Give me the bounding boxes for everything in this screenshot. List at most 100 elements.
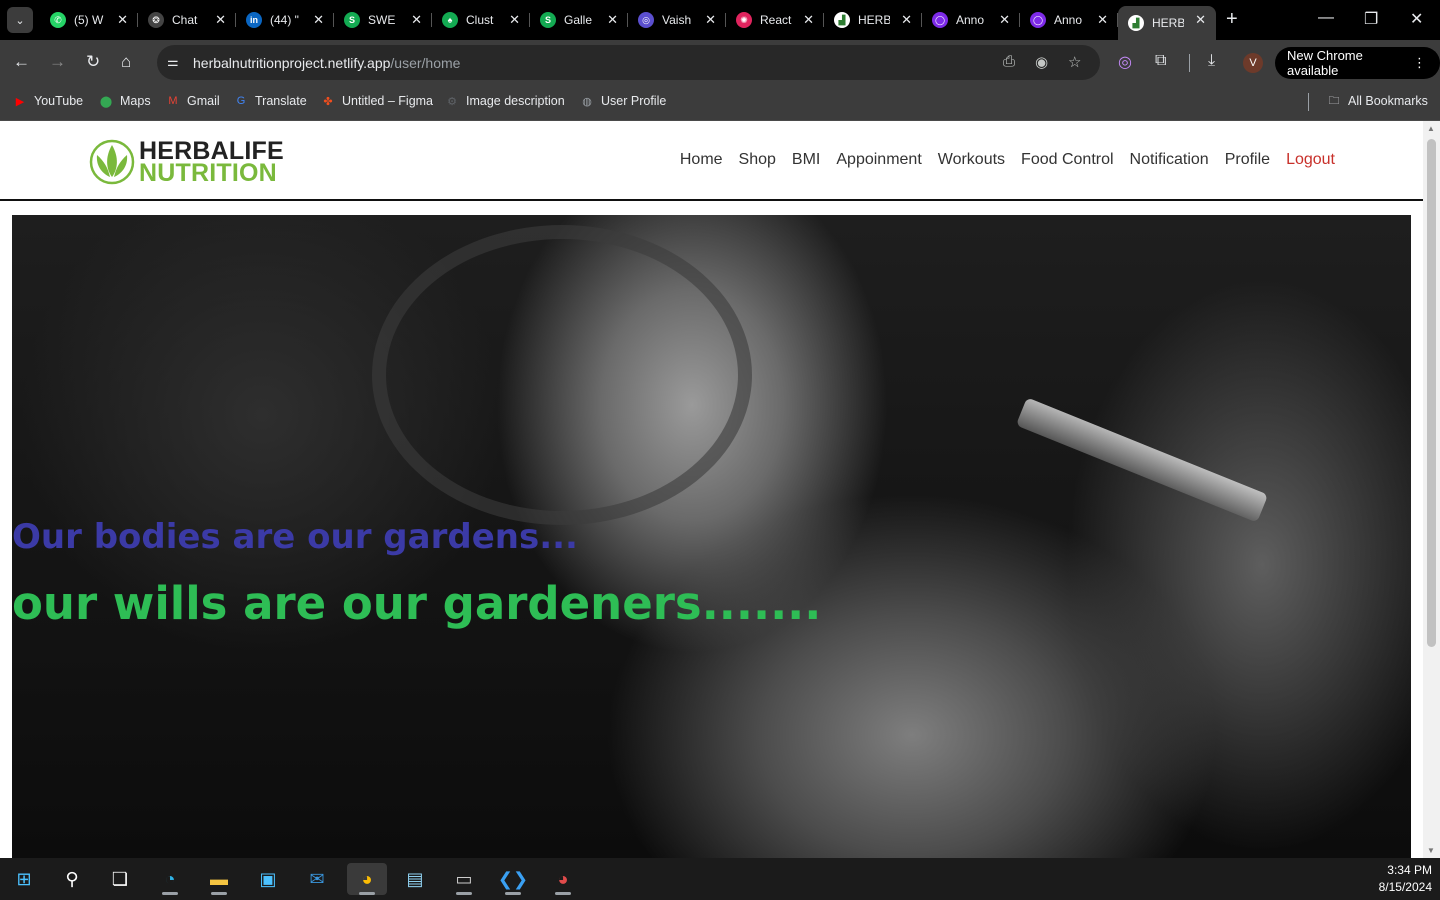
nav-shop[interactable]: Shop — [739, 151, 776, 169]
herbalife-leaf-icon — [89, 139, 135, 185]
chrome-profile-icon[interactable]: ◕ — [543, 863, 583, 895]
all-bookmarks-button[interactable]: 🗀 All Bookmarks — [1326, 93, 1428, 109]
tab-close-icon[interactable]: ✕ — [1097, 12, 1108, 28]
bookmark-item[interactable]: ✤ Untitled – Figma — [320, 93, 433, 109]
bookmark-item[interactable]: ⚙ Image description — [444, 93, 565, 109]
page-scrollbar[interactable]: ▲ ▼ — [1423, 121, 1440, 858]
bookmarks-divider — [1308, 93, 1309, 111]
browser-tab[interactable]: ◯ Anno ✕ — [1020, 0, 1118, 40]
restore-window-icon[interactable]: ❐ — [1364, 9, 1378, 29]
tab-close-icon[interactable]: ✕ — [607, 12, 618, 28]
install-app-icon[interactable]: ⎙ — [1003, 53, 1015, 70]
tab-close-icon[interactable]: ✕ — [313, 12, 324, 28]
scroll-up-arrow-icon[interactable]: ▲ — [1427, 124, 1435, 133]
mail-icon[interactable]: ✉ — [297, 863, 337, 895]
tab-close-icon[interactable]: ✕ — [999, 12, 1010, 28]
bookmark-item[interactable]: G Translate — [233, 93, 307, 109]
bookmark-star-icon[interactable]: ☆ — [1068, 53, 1081, 71]
tab-title: Anno — [956, 13, 985, 27]
bookmarks-bar: 🗀 All Bookmarks ▶ YouTube ⬤ Maps M Gmail G Tran… — [0, 86, 1440, 121]
mongodb-leaf-icon: ♠ — [442, 12, 458, 28]
bookmark-item[interactable]: ◍ User Profile — [579, 93, 666, 109]
tab-close-icon[interactable]: ✕ — [509, 12, 520, 28]
tab-close-icon[interactable]: ✕ — [215, 12, 226, 28]
url-text[interactable]: herbalnutritionproject.netlify.app/user/… — [193, 55, 460, 71]
scroll-down-arrow-icon[interactable]: ▼ — [1427, 846, 1435, 855]
browser-tab[interactable]: ◎ Vaish ✕ — [628, 0, 726, 40]
bookmark-item[interactable]: ⬤ Maps — [98, 93, 151, 109]
browser-tab[interactable]: ▟ HERB ✕ — [1118, 6, 1216, 40]
edge-icon[interactable]: ◔ — [150, 863, 190, 895]
bookmark-label: Maps — [120, 94, 151, 108]
extensions-puzzle-icon[interactable]: ⧉ — [1155, 52, 1166, 70]
browser-tab[interactable]: ▟ HERB ✕ — [824, 0, 922, 40]
browser-toolbar: ← → ↻ ⌂ ⚌ herbalnutritionproject.netlify… — [0, 40, 1440, 86]
tab-close-icon[interactable]: ✕ — [117, 12, 128, 28]
browser-tab[interactable]: ✆ (5) W ✕ — [40, 0, 138, 40]
minimize-icon[interactable]: — — [1318, 9, 1334, 27]
nav-bmi[interactable]: BMI — [792, 151, 820, 169]
extension-color-picker-icon[interactable]: ◎ — [1118, 52, 1132, 72]
browser-tab[interactable]: ✺ React ✕ — [726, 0, 824, 40]
nav-food-control[interactable]: Food Control — [1021, 151, 1114, 169]
close-window-icon[interactable]: ✕ — [1410, 9, 1423, 29]
herbalife-logo[interactable]: HERBALIFE NUTRITION — [89, 139, 309, 186]
tab-title: HERB — [1152, 16, 1184, 30]
browser-tab[interactable]: ❂ Chat ✕ — [138, 0, 236, 40]
canva-icon: ◯ — [1030, 12, 1046, 28]
chrome-icon[interactable]: ◕ — [347, 863, 387, 895]
canva-icon: ◯ — [932, 12, 948, 28]
tracking-protection-eye-icon[interactable]: ◉ — [1035, 53, 1048, 71]
windows-start-icon[interactable]: ⊞ — [4, 863, 44, 895]
forward-arrow-icon[interactable]: → — [49, 52, 66, 72]
whatsapp-icon: ✆ — [50, 12, 66, 28]
address-bar[interactable]: ⚌ herbalnutritionproject.netlify.app/use… — [157, 45, 1100, 80]
nav-home[interactable]: Home — [680, 151, 723, 169]
terminal-icon[interactable]: ▭ — [444, 863, 484, 895]
nav-appointment[interactable]: Appoinment — [836, 151, 921, 169]
tab-close-icon[interactable]: ✕ — [411, 12, 422, 28]
nav-logout[interactable]: Logout — [1286, 151, 1335, 169]
tab-search-chevron-icon[interactable]: ⌄ — [7, 7, 33, 33]
tab-close-icon[interactable]: ✕ — [705, 12, 716, 28]
microsoft-store-icon[interactable]: ▣ — [248, 863, 288, 895]
youtube-icon: ▶ — [15, 95, 25, 108]
scrollbar-thumb[interactable] — [1427, 139, 1436, 647]
browser-tab-strip: ⌄ ✆ (5) W ✕ ❂ Chat ✕ in (44) " ✕ S SWE ✕ ♠ Clust ✕ S Gal… — [0, 0, 1440, 40]
bookmark-item[interactable]: M Gmail — [165, 93, 219, 109]
background-barbell — [1015, 397, 1269, 523]
back-arrow-icon[interactable]: ← — [13, 52, 30, 72]
reload-icon[interactable]: ↻ — [86, 52, 100, 72]
tab-close-icon[interactable]: ✕ — [901, 12, 912, 28]
main-menu: Home Shop BMI Appoinment Workouts Food C… — [680, 151, 1335, 169]
search-icon[interactable]: ⚲ — [52, 863, 92, 895]
background-weight-plate — [372, 225, 752, 525]
tab-close-icon[interactable]: ✕ — [803, 12, 814, 28]
system-clock[interactable]: 3:34 PM 8/15/2024 — [1379, 862, 1432, 896]
vscode-icon[interactable]: ❮❯ — [493, 863, 533, 895]
mongodb-leaf-icon: S — [540, 12, 556, 28]
url-host: herbalnutritionproject.netlify.app — [193, 55, 391, 71]
nav-profile[interactable]: Profile — [1225, 151, 1270, 169]
new-tab-plus-icon[interactable]: + — [1226, 8, 1238, 31]
notepad-icon[interactable]: ▤ — [395, 863, 435, 895]
browser-tab[interactable]: ♠ Clust ✕ — [432, 0, 530, 40]
more-menu-kebab-icon[interactable]: ⋮ — [1413, 55, 1426, 71]
browser-tab[interactable]: S Galle ✕ — [530, 0, 628, 40]
browser-tab[interactable]: ◯ Anno ✕ — [922, 0, 1020, 40]
home-icon[interactable]: ⌂ — [121, 52, 131, 72]
nav-notification[interactable]: Notification — [1130, 151, 1209, 169]
new-chrome-available-button[interactable]: New Chrome available ⋮ — [1275, 47, 1440, 79]
file-explorer-icon[interactable]: ▬ — [199, 863, 239, 895]
bookmark-item[interactable]: ▶ YouTube — [12, 93, 83, 109]
browser-tab[interactable]: S SWE ✕ — [334, 0, 432, 40]
nav-workouts[interactable]: Workouts — [938, 151, 1005, 169]
downloads-icon[interactable]: ⤓ — [1208, 52, 1215, 70]
hero-banner: Our bodies are our gardens... our wills … — [12, 215, 1411, 858]
profile-avatar[interactable]: V — [1243, 53, 1263, 73]
tab-close-icon[interactable]: ✕ — [1195, 12, 1206, 28]
tab-title: HERB — [858, 13, 890, 27]
task-view-icon[interactable]: ❏ — [100, 863, 140, 895]
browser-tab[interactable]: in (44) " ✕ — [236, 0, 334, 40]
site-info-icon[interactable]: ⚌ — [167, 54, 179, 70]
